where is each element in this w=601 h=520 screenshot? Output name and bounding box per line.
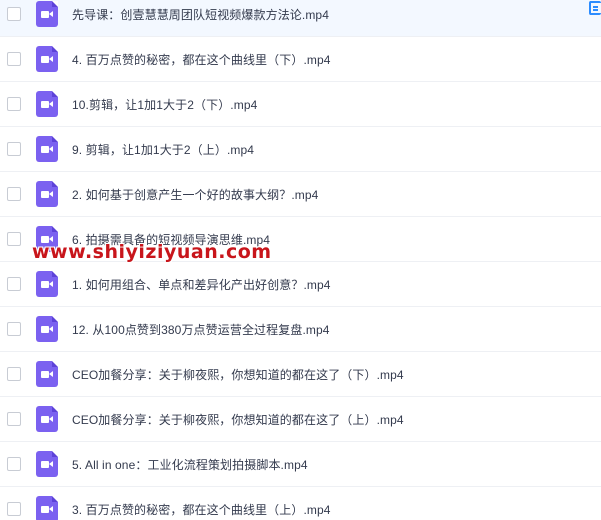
row-checkbox[interactable]	[7, 502, 21, 516]
file-row[interactable]: 9. 剪辑，让1加1大于2（上）.mp4	[0, 127, 601, 172]
file-row[interactable]: 2. 如何基于创意产生一个好的故事大纲？.mp4	[0, 172, 601, 217]
video-file-icon	[36, 181, 58, 207]
file-row[interactable]: 12. 从100点赞到380万点赞运营全过程复盘.mp4	[0, 307, 601, 352]
file-name[interactable]: 9. 剪辑，让1加1大于2（上）.mp4	[72, 141, 254, 158]
file-row[interactable]: 5. All in one：工业化流程策划拍摄脚本.mp4	[0, 442, 601, 487]
file-row[interactable]: 1. 如何用组合、单点和差异化产出好创意？.mp4	[0, 262, 601, 307]
file-name[interactable]: CEO加餐分享：关于柳夜熙，你想知道的都在这了（下）.mp4	[72, 366, 404, 383]
video-file-icon	[36, 271, 58, 297]
file-row[interactable]: 3. 百万点赞的秘密，都在这个曲线里（上）.mp4	[0, 487, 601, 520]
file-row[interactable]: 先导课：创壹慧慧周团队短视频爆款方法论.mp4	[0, 0, 601, 37]
file-name[interactable]: CEO加餐分享：关于柳夜熙，你想知道的都在这了（上）.mp4	[72, 411, 404, 428]
row-checkbox[interactable]	[7, 322, 21, 336]
file-name[interactable]: 先导课：创壹慧慧周团队短视频爆款方法论.mp4	[72, 6, 329, 23]
file-row[interactable]: CEO加餐分享：关于柳夜熙，你想知道的都在这了（下）.mp4	[0, 352, 601, 397]
video-file-icon	[36, 451, 58, 477]
video-file-icon	[36, 91, 58, 117]
file-name[interactable]: 4. 百万点赞的秘密，都在这个曲线里（下）.mp4	[72, 51, 331, 68]
row-checkbox[interactable]	[7, 277, 21, 291]
row-checkbox[interactable]	[7, 457, 21, 471]
row-checkbox[interactable]	[7, 52, 21, 66]
row-checkbox[interactable]	[7, 7, 21, 21]
row-checkbox[interactable]	[7, 142, 21, 156]
file-row[interactable]: 10.剪辑，让1加1大于2（下）.mp4	[0, 82, 601, 127]
row-checkbox[interactable]	[7, 367, 21, 381]
file-name[interactable]: 12. 从100点赞到380万点赞运营全过程复盘.mp4	[72, 321, 330, 338]
video-file-icon	[36, 136, 58, 162]
file-name[interactable]: 2. 如何基于创意产生一个好的故事大纲？.mp4	[72, 186, 318, 203]
row-checkbox[interactable]	[7, 187, 21, 201]
row-checkbox[interactable]	[7, 232, 21, 246]
file-name[interactable]: 3. 百万点赞的秘密，都在这个曲线里（上）.mp4	[72, 501, 331, 518]
video-file-icon	[36, 316, 58, 342]
file-name[interactable]: 5. All in one：工业化流程策划拍摄脚本.mp4	[72, 456, 308, 473]
file-row[interactable]: 4. 百万点赞的秘密，都在这个曲线里（下）.mp4	[0, 37, 601, 82]
watermark-text: www.shiyiziyuan.com	[32, 241, 272, 263]
file-name[interactable]: 1. 如何用组合、单点和差异化产出好创意？.mp4	[72, 276, 331, 293]
file-row[interactable]: CEO加餐分享：关于柳夜熙，你想知道的都在这了（上）.mp4	[0, 397, 601, 442]
file-name[interactable]: 10.剪辑，让1加1大于2（下）.mp4	[72, 96, 257, 113]
open-file-icon[interactable]	[589, 1, 601, 15]
video-file-icon	[36, 46, 58, 72]
video-file-icon	[36, 496, 58, 520]
row-checkbox[interactable]	[7, 97, 21, 111]
video-file-icon	[36, 361, 58, 387]
row-checkbox[interactable]	[7, 412, 21, 426]
video-file-icon	[36, 1, 58, 27]
video-file-icon	[36, 406, 58, 432]
